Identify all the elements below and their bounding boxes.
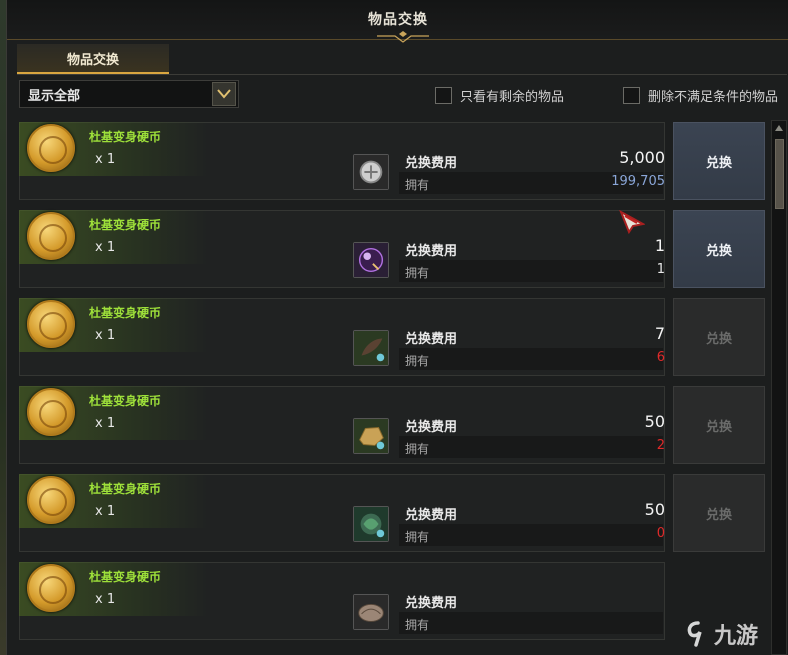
transformation-coin-icon[interactable] (27, 476, 75, 524)
exchange-row: 杜基变身硬币 x 1 兑换费用 50 拥有 2 兑换 (17, 382, 765, 464)
reward-item-name: 杜基变身硬币 (89, 482, 162, 496)
checkbox-box[interactable] (435, 87, 452, 104)
transformation-coin-icon[interactable] (27, 388, 75, 436)
transformation-coin-icon[interactable] (27, 124, 75, 172)
exchange-button[interactable]: 兑换 (673, 386, 765, 464)
reward-item-name: 杜基变身硬币 (89, 218, 162, 232)
reward-quantity: x 1 (95, 240, 116, 255)
remove-unmet-checkbox[interactable]: 删除不满足条件的物品 (623, 86, 778, 105)
owned-label: 拥有 (405, 530, 430, 544)
reward-quantity: x 1 (95, 504, 116, 519)
cost-value: 7 (654, 324, 665, 343)
scroll-thumb[interactable] (775, 139, 784, 209)
owned-label: 拥有 (405, 354, 430, 368)
reward-quantity: x 1 (95, 152, 116, 167)
cost-label: 兑换费用 (405, 332, 458, 347)
herb-material-icon[interactable] (353, 506, 389, 542)
ore-material-icon[interactable] (353, 418, 389, 454)
reward-quantity: x 1 (95, 416, 116, 431)
silver-coin-icon[interactable] (353, 154, 389, 190)
transformation-coin-icon[interactable] (27, 212, 75, 260)
title-bar[interactable]: 物品交换 (7, 0, 788, 43)
filter-dropdown-value: 显示全部 (28, 88, 81, 104)
reward-quantity: x 1 (95, 592, 116, 607)
exchange-button[interactable]: 兑换 (673, 474, 765, 552)
dark-orb-icon[interactable] (353, 242, 389, 278)
owned-value: 0 (656, 526, 665, 541)
cost-label: 兑换费用 (405, 508, 458, 523)
exchange-list: 杜基变身硬币 x 1 兑换费用 5,000 拥有 199,705 兑换 杜基变身硬币 x 1 兑换… (17, 118, 765, 655)
title-ornament-icon (377, 31, 429, 43)
checkbox-label: 删除不满足条件的物品 (648, 90, 779, 105)
owned-value: 2 (656, 438, 665, 453)
feather-material-icon[interactable] (353, 330, 389, 366)
exchange-button[interactable]: 兑换 (673, 122, 765, 200)
cost-label: 兑换费用 (405, 596, 458, 611)
watermark-text: 九游 (714, 624, 759, 649)
scrollbar[interactable] (771, 120, 787, 655)
tab-item-exchange[interactable]: 物品交换 (17, 44, 169, 74)
owned-label: 拥有 (405, 178, 430, 192)
reward-item-name: 杜基变身硬币 (89, 306, 162, 320)
reward-item-name: 杜基变身硬币 (89, 394, 162, 408)
cost-value: 50 (644, 500, 665, 519)
owned-label: 拥有 (405, 442, 430, 456)
owned-bar (399, 612, 663, 634)
cost-label: 兑换费用 (405, 244, 458, 259)
exchange-row: 杜基变身硬币 x 1 兑换费用拥有 (17, 558, 765, 640)
owned-label: 拥有 (405, 618, 430, 632)
exchange-button[interactable]: 兑换 (673, 210, 765, 288)
exchange-row: 杜基变身硬币 x 1 兑换费用 5,000 拥有 199,705 兑换 (17, 118, 765, 200)
exchange-button[interactable]: 兑换 (673, 298, 765, 376)
exchange-row: 杜基变身硬币 x 1 兑换费用 7 拥有 6 兑换 (17, 294, 765, 376)
owned-value: 199,705 (611, 174, 665, 189)
exchange-window: 物品交换 物品交换 显示全部 只看有剩余的物品 删除不满足条件的物品 杜基变身硬… (6, 0, 788, 655)
reward-quantity: x 1 (95, 328, 116, 343)
transformation-coin-icon[interactable] (27, 564, 75, 612)
cost-value: 5,000 (619, 148, 665, 167)
window-title: 物品交换 (368, 12, 428, 28)
exchange-row: 杜基变身硬币 x 1 兑换费用 1 拥有 1 兑换 (17, 206, 765, 288)
reward-item-name: 杜基变身硬币 (89, 130, 162, 144)
checkbox-box[interactable] (623, 87, 640, 104)
owned-label: 拥有 (405, 266, 430, 280)
watermark: 九游 (686, 618, 758, 650)
shell-material-icon[interactable] (353, 594, 389, 630)
filter-dropdown[interactable]: 显示全部 (19, 80, 239, 108)
cost-value: 50 (644, 412, 665, 431)
checkbox-label: 只看有剩余的物品 (460, 90, 565, 105)
exchange-row: 杜基变身硬币 x 1 兑换费用 50 拥有 0 兑换 (17, 470, 765, 552)
tab-divider (17, 74, 787, 75)
transformation-coin-icon[interactable] (27, 300, 75, 348)
reward-item-name: 杜基变身硬币 (89, 570, 162, 584)
owned-value: 6 (656, 350, 665, 365)
watermark-logo-icon (687, 621, 702, 647)
mouse-cursor-icon (619, 210, 645, 234)
cost-label: 兑换费用 (405, 420, 458, 435)
cost-label: 兑换费用 (405, 156, 458, 171)
cost-value: 1 (654, 236, 665, 255)
show-remaining-checkbox[interactable]: 只看有剩余的物品 (435, 86, 564, 105)
scroll-up-icon[interactable] (774, 123, 784, 133)
owned-value: 1 (656, 262, 665, 277)
chevron-down-icon[interactable] (212, 82, 236, 106)
